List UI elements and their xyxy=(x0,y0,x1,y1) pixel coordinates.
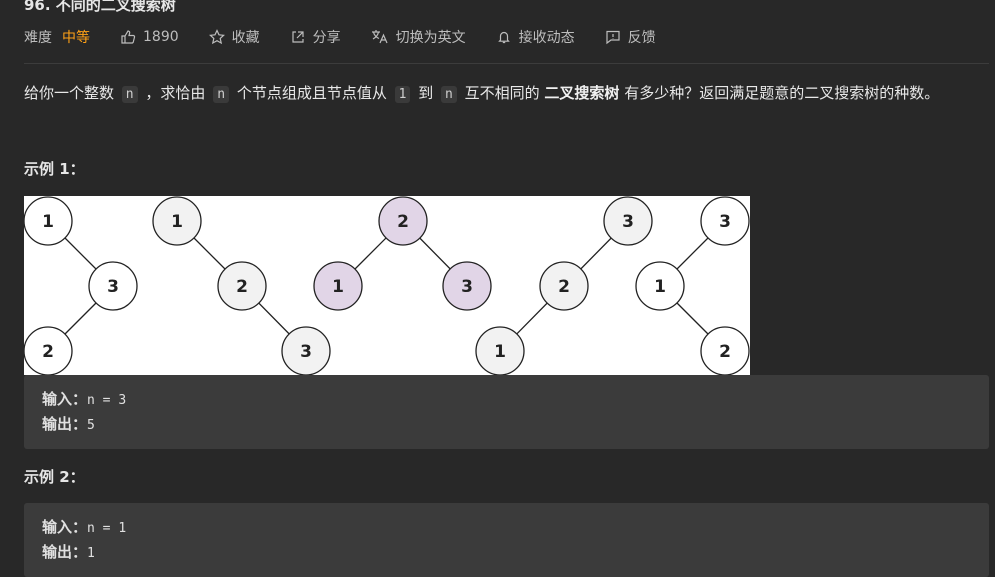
input-value: n = 3 xyxy=(87,393,127,408)
example-2-code-block: 输入：n = 1 输出：1 xyxy=(24,503,989,577)
difficulty-badge: 中等 xyxy=(62,30,90,46)
switch-language-label: 切换为英文 xyxy=(395,30,466,46)
favorite-label: 收藏 xyxy=(231,30,260,46)
output-key: 输出： xyxy=(42,543,88,561)
desc-text: 个节点组成且节点值从 xyxy=(236,84,387,102)
switch-language-button[interactable]: 切换为英文 xyxy=(371,27,466,47)
desc-bold-term: 二叉搜索树 xyxy=(544,84,620,102)
like-button[interactable]: 1890 xyxy=(120,29,179,45)
tree-node-label: 1 xyxy=(654,277,666,297)
notify-label: 接收动态 xyxy=(518,30,575,46)
input-key: 输入： xyxy=(42,518,88,536)
star-icon xyxy=(208,29,225,45)
bell-icon xyxy=(497,31,510,44)
inline-code: n xyxy=(441,86,457,103)
input-key: 输入： xyxy=(42,390,88,408)
example-1-title: 示例 1： xyxy=(24,160,85,178)
tree-node-label: 2 xyxy=(236,277,248,297)
tree-node-label: 2 xyxy=(558,277,570,297)
tree-node-label: 3 xyxy=(719,212,731,232)
page-title: 96. 不同的二叉搜索树 xyxy=(24,0,176,14)
problem-toolbar: 难度 中等 1890 收藏 分享 切换为英文 接收动态 反馈 xyxy=(24,27,686,47)
inline-code: 1 xyxy=(394,86,411,103)
tree-node-label: 3 xyxy=(107,277,119,297)
thumbs-up-icon xyxy=(121,30,136,44)
output-key: 输出： xyxy=(42,415,88,433)
tree-node-label: 3 xyxy=(300,342,312,362)
desc-text: 互不相同的 xyxy=(464,84,540,102)
desc-text: 到 xyxy=(418,84,434,102)
example-1-code-block: 输入：n = 3 输出：5 xyxy=(24,375,989,449)
output-value: 1 xyxy=(87,546,95,561)
inline-code: n xyxy=(121,86,138,103)
notify-button[interactable]: 接收动态 xyxy=(496,27,575,47)
share-button[interactable]: 分享 xyxy=(290,27,341,47)
tree-node-label: 2 xyxy=(42,342,54,362)
feedback-button[interactable]: 反馈 xyxy=(605,27,656,47)
tree-node-label: 3 xyxy=(622,212,634,232)
input-value: n = 1 xyxy=(87,521,127,536)
tree-node-label: 3 xyxy=(461,277,473,297)
tree-node-label: 1 xyxy=(42,212,54,232)
inline-code: n xyxy=(213,86,230,103)
bst-diagram: 1 3 2 1 2 3 2 1 3 3 2 1 3 1 2 xyxy=(24,196,750,375)
translate-icon xyxy=(371,30,388,44)
tree-node-label: 1 xyxy=(494,342,506,362)
tree-node-label: 2 xyxy=(719,342,731,362)
likes-count: 1890 xyxy=(143,29,179,45)
tree-node-label: 1 xyxy=(171,212,183,232)
tree-node-label: 2 xyxy=(397,212,409,232)
example-2-title: 示例 2： xyxy=(24,468,85,486)
divider xyxy=(24,63,989,64)
desc-text: ，求恰由 xyxy=(145,84,206,102)
feedback-label: 反馈 xyxy=(627,30,656,46)
share-icon xyxy=(292,31,304,43)
share-label: 分享 xyxy=(312,30,341,46)
favorite-button[interactable]: 收藏 xyxy=(208,27,260,47)
problem-description: 给你一个整数 n ，求恰由 n 个节点组成且节点值从 1 到 n 互不相同的 二… xyxy=(24,82,939,103)
desc-text: 有多少种？返回满足题意的二叉搜索树的种数。 xyxy=(624,84,940,102)
output-value: 5 xyxy=(87,418,95,433)
tree-node-label: 1 xyxy=(332,277,344,297)
difficulty-label: 难度 xyxy=(24,30,52,46)
feedback-icon xyxy=(606,30,620,45)
desc-text: 给你一个整数 xyxy=(24,84,115,102)
bst-figure: 1 3 2 1 2 3 2 1 3 3 2 1 3 1 2 xyxy=(24,196,750,375)
